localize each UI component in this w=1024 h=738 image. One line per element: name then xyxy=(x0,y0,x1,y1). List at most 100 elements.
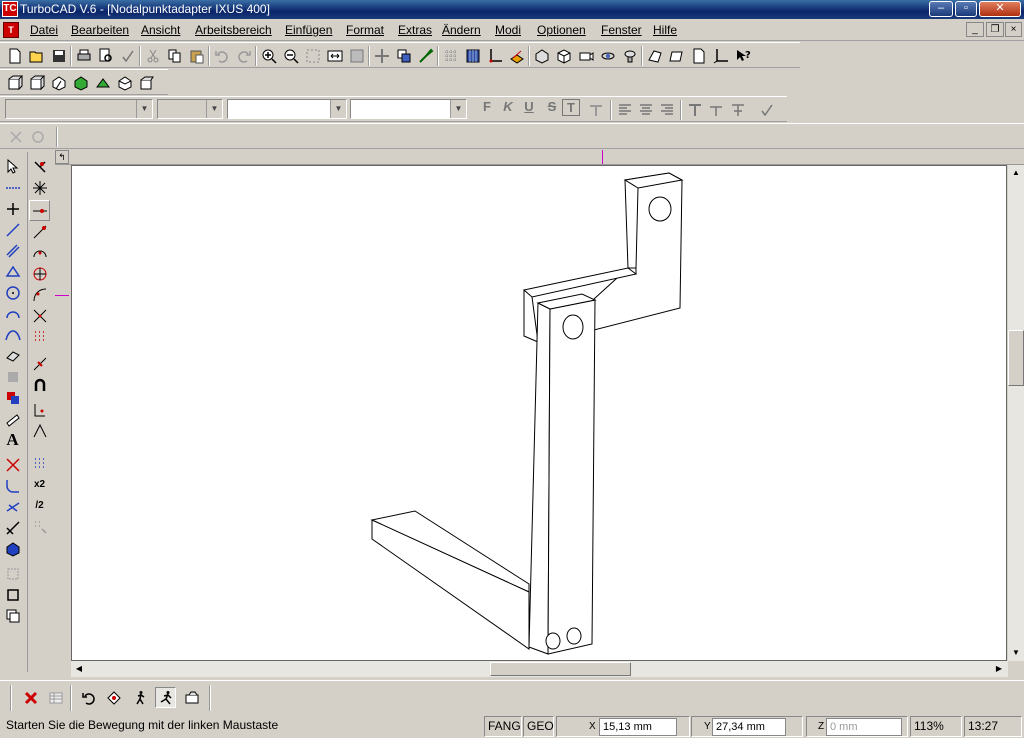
underline-button[interactable]: U xyxy=(518,99,540,114)
polygon-tool[interactable] xyxy=(2,261,23,282)
double-line-tool[interactable] xyxy=(2,240,23,261)
menu-datei[interactable]: Datei xyxy=(30,23,58,37)
run-button[interactable] xyxy=(155,687,176,708)
x-coordinate-field[interactable]: 15,13 mm xyxy=(599,718,677,736)
intersection-tool[interactable] xyxy=(2,454,23,475)
camera-button[interactable] xyxy=(575,45,596,66)
ruler-corner-icon[interactable]: ↰ xyxy=(55,150,69,164)
color-fill-tool[interactable] xyxy=(2,387,23,408)
vertical-scrollbar[interactable]: ▲ ▼ xyxy=(1008,165,1024,661)
font-size-select[interactable]: ▼ xyxy=(157,99,223,119)
select-tool[interactable] xyxy=(2,156,23,177)
drawing-canvas[interactable] xyxy=(71,165,1007,661)
move-button[interactable] xyxy=(371,45,392,66)
cut-button[interactable] xyxy=(142,45,163,66)
render-button[interactable] xyxy=(531,45,552,66)
print-preview-button[interactable] xyxy=(95,45,116,66)
style-select[interactable]: ▼ xyxy=(227,99,347,119)
3d-box-button[interactable] xyxy=(553,45,574,66)
strikethrough-button[interactable]: S xyxy=(541,99,563,114)
circle-tool[interactable] xyxy=(2,282,23,303)
save-button[interactable] xyxy=(48,45,69,66)
layer-select[interactable]: ▼ xyxy=(350,99,467,119)
hatch-tool[interactable] xyxy=(2,345,23,366)
cancel-operation-button[interactable] xyxy=(5,126,26,147)
snap-half-tool[interactable]: /2 xyxy=(29,495,50,516)
walk-button[interactable] xyxy=(129,687,150,708)
new-page-button[interactable] xyxy=(688,45,709,66)
point-tool[interactable] xyxy=(2,177,23,198)
coordinate-system-button[interactable] xyxy=(484,45,505,66)
cancel-command-button[interactable] xyxy=(20,687,41,708)
menu-ansicht[interactable]: Ansicht xyxy=(141,23,180,37)
snap-point-tool[interactable] xyxy=(29,200,50,221)
snap-tangent-tool[interactable] xyxy=(29,284,50,305)
snap-tool[interactable] xyxy=(29,156,50,177)
geo-status-toggle[interactable]: GEO xyxy=(523,716,554,737)
3d-object-tool[interactable] xyxy=(2,538,23,559)
view-preset-7-button[interactable] xyxy=(136,72,157,93)
arc-tool[interactable] xyxy=(2,303,23,324)
fillet-tool[interactable] xyxy=(2,475,23,496)
view-preset-2-button[interactable] xyxy=(26,72,47,93)
layer-button[interactable] xyxy=(393,45,414,66)
menu-arbeitsbereich[interactable]: Arbeitsbereich xyxy=(195,23,272,37)
finish-operation-button[interactable] xyxy=(27,126,48,147)
grid-display-button[interactable] xyxy=(462,45,483,66)
zoom-in-button[interactable] xyxy=(258,45,279,66)
line-tool[interactable] xyxy=(2,219,23,240)
snap-perpendicular-tool[interactable] xyxy=(29,399,50,420)
text-frame-button[interactable]: T xyxy=(562,99,580,116)
command-options-button[interactable] xyxy=(45,687,66,708)
font-name-select[interactable]: ▼ xyxy=(5,99,153,119)
view-top-button[interactable] xyxy=(666,45,687,66)
undo-button[interactable] xyxy=(211,45,232,66)
camera-view-button[interactable] xyxy=(181,687,202,708)
view-preset-1-button[interactable] xyxy=(4,72,25,93)
snap-magnet-tool[interactable] xyxy=(29,374,50,395)
z-coordinate-field[interactable]: 0 mm xyxy=(826,718,902,736)
scroll-up-icon[interactable]: ▲ xyxy=(1008,165,1024,181)
minimize-window-button[interactable]: – xyxy=(929,1,953,17)
close-window-button[interactable]: ✕ xyxy=(979,1,1021,17)
snap-intersection-tool[interactable] xyxy=(29,305,50,326)
view-preset-6-button[interactable] xyxy=(114,72,135,93)
snap-status-toggle[interactable]: FANG xyxy=(484,716,522,737)
copy-button[interactable] xyxy=(164,45,185,66)
scroll-right-icon[interactable]: ▶ xyxy=(991,661,1007,677)
zoom-extents-button[interactable] xyxy=(324,45,345,66)
workplane-button[interactable] xyxy=(506,45,527,66)
group-tool[interactable] xyxy=(2,563,23,584)
align-left-button[interactable] xyxy=(614,99,635,120)
menu-optionen[interactable]: Optionen xyxy=(537,23,586,37)
snap-nearest-tool[interactable] xyxy=(29,353,50,374)
view-preset-4-button[interactable] xyxy=(70,72,91,93)
document-icon[interactable]: T xyxy=(3,22,19,38)
text-grid-button[interactable] xyxy=(585,99,606,120)
scroll-down-icon[interactable]: ▼ xyxy=(1008,645,1024,661)
command-pick-button[interactable] xyxy=(103,687,124,708)
snap-offset-tool[interactable] xyxy=(29,516,50,537)
snap-angle-tool[interactable] xyxy=(29,420,50,441)
view-front-button[interactable] xyxy=(644,45,665,66)
menu-einfuegen[interactable]: Einfügen xyxy=(285,23,332,37)
menu-format[interactable]: Format xyxy=(346,23,384,37)
print-button[interactable] xyxy=(73,45,94,66)
command-undo-button[interactable] xyxy=(78,687,99,708)
mdi-restore-button[interactable]: ❐ xyxy=(986,22,1004,37)
menu-hilfe[interactable]: Hilfe xyxy=(653,23,677,37)
fill-tool[interactable] xyxy=(2,366,23,387)
view-preset-5-button[interactable] xyxy=(92,72,113,93)
snap-dots-tool[interactable] xyxy=(29,453,50,474)
menu-bearbeiten[interactable]: Bearbeiten xyxy=(71,23,129,37)
star-tool[interactable] xyxy=(29,177,50,198)
text-tilde-button[interactable] xyxy=(705,99,726,120)
open-file-button[interactable] xyxy=(26,45,47,66)
construction-point-tool[interactable] xyxy=(2,198,23,219)
vertical-scroll-thumb[interactable] xyxy=(1008,330,1024,386)
redo-button[interactable] xyxy=(233,45,254,66)
trim-tool[interactable] xyxy=(2,496,23,517)
align-center-button[interactable] xyxy=(635,99,656,120)
block-tool[interactable] xyxy=(2,584,23,605)
y-coordinate-field[interactable]: 27,34 mm xyxy=(712,718,786,736)
